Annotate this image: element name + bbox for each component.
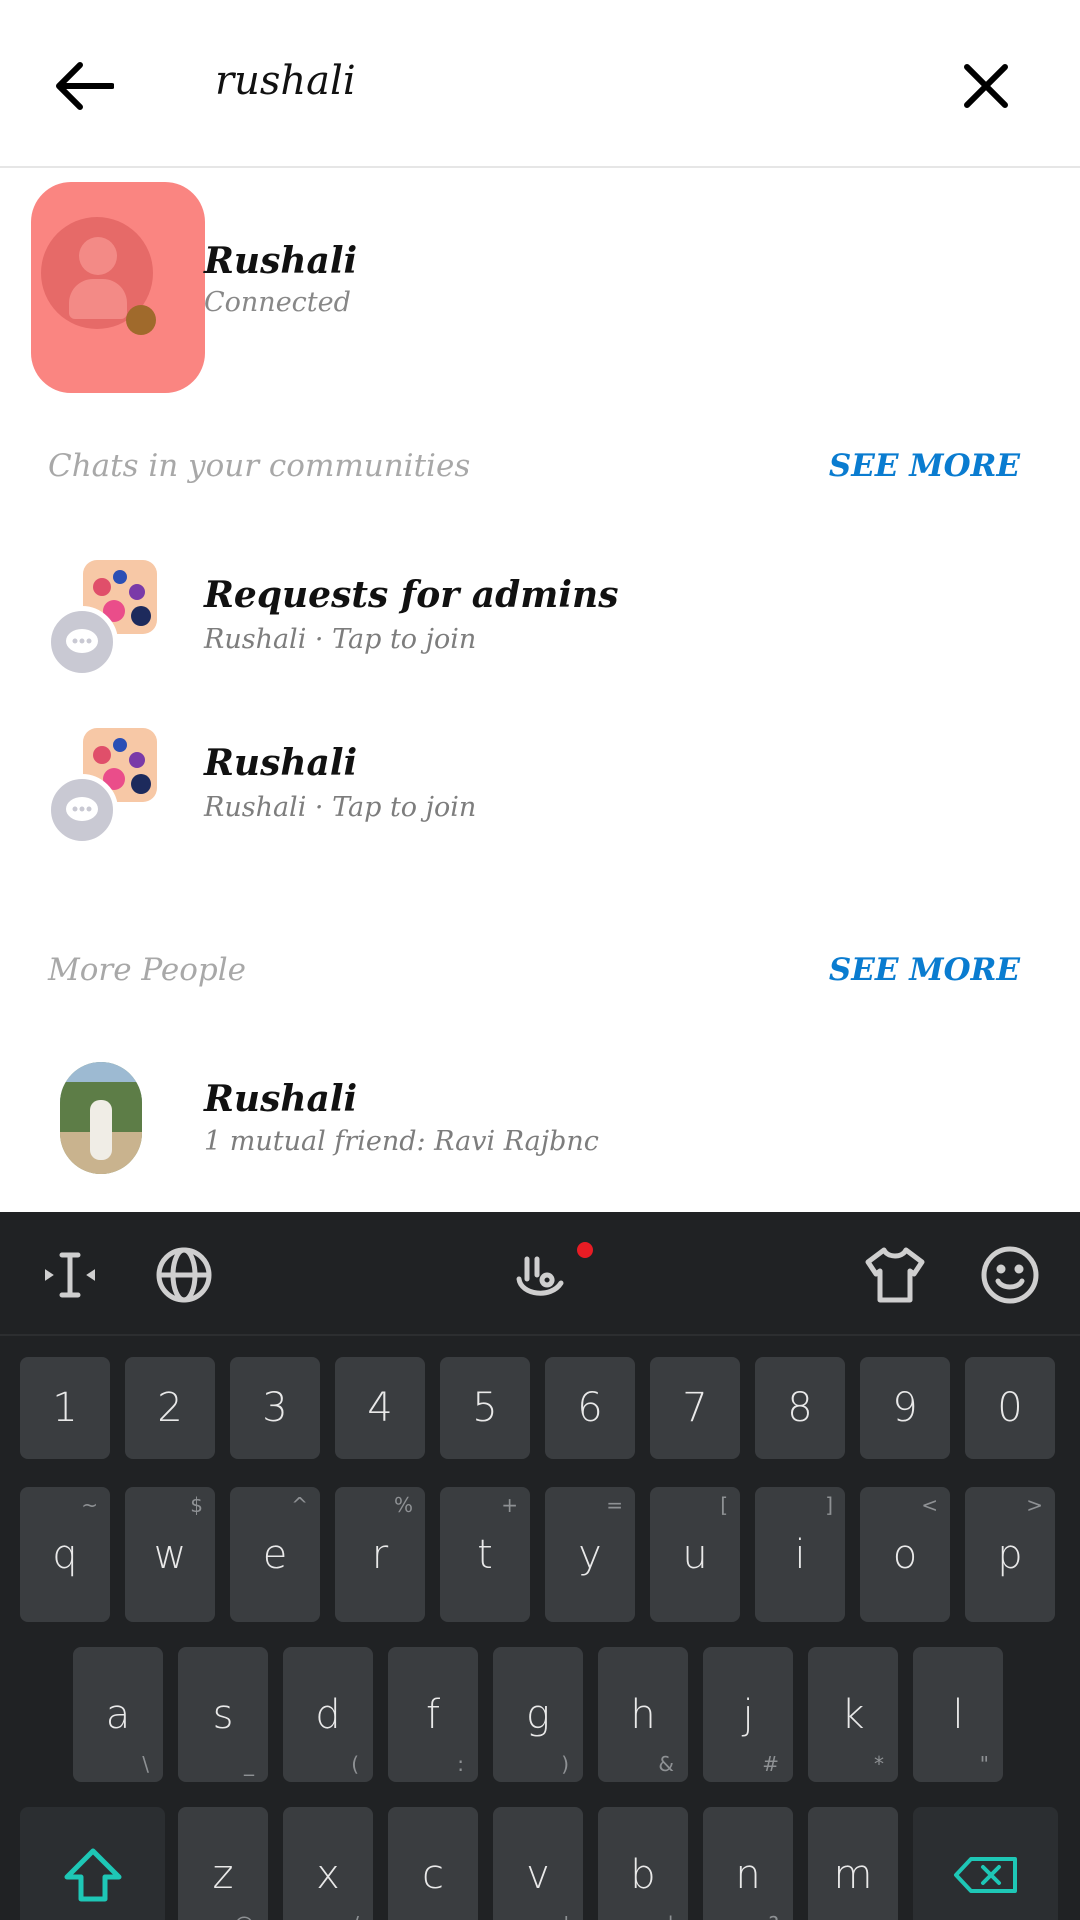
key-z[interactable]: z@: [178, 1807, 268, 1920]
chat-subtitle: Rushali · Tap to join: [204, 624, 477, 655]
more-people-section-title: More People: [48, 952, 247, 988]
person-name: Rushali: [204, 1078, 358, 1120]
key-l[interactable]: l ": [913, 1647, 1003, 1782]
key-b[interactable]: b|: [598, 1807, 688, 1920]
key-n[interactable]: n?: [703, 1807, 793, 1920]
key-1[interactable]: 1: [20, 1357, 110, 1459]
soft-keyboard: 1 2 3 4 5 6 7 8 9 0 ~ q $ w ^ e % r + t = y [u…: [0, 1212, 1080, 1920]
key-d[interactable]: d(: [283, 1647, 373, 1782]
key-g[interactable]: g): [493, 1647, 583, 1782]
close-icon: [964, 64, 1008, 108]
contact-name: Rushali: [204, 240, 358, 282]
key-s[interactable]: s _: [178, 1647, 268, 1782]
chat-bubble-icon: [46, 606, 118, 678]
key-m[interactable]: m.: [808, 1807, 898, 1920]
key-a[interactable]: a \: [73, 1647, 163, 1782]
key-v[interactable]: v': [493, 1807, 583, 1920]
search-header: rushali: [0, 0, 1080, 168]
back-button[interactable]: [48, 50, 120, 122]
status-dot: [126, 305, 156, 335]
shift-key[interactable]: [20, 1807, 165, 1920]
key-w[interactable]: $ w: [125, 1487, 215, 1622]
communities-section-title: Chats in your communities: [48, 448, 471, 484]
emoji-icon[interactable]: [975, 1240, 1045, 1310]
keyboard-toolbar: [0, 1212, 1080, 1336]
key-5[interactable]: 5: [440, 1357, 530, 1459]
key-2[interactable]: 2: [125, 1357, 215, 1459]
key-e[interactable]: ^ e: [230, 1487, 320, 1622]
key-0[interactable]: 0: [965, 1357, 1055, 1459]
key-3[interactable]: 3: [230, 1357, 320, 1459]
key-x[interactable]: x/: [283, 1807, 373, 1920]
backspace-icon: [953, 1856, 1017, 1893]
cursor-icon[interactable]: [35, 1240, 105, 1310]
contact-status: Connected: [204, 287, 351, 318]
chat-subtitle: Rushali · Tap to join: [204, 792, 477, 823]
theme-shirt-icon[interactable]: [860, 1240, 930, 1310]
clear-search-button[interactable]: [950, 50, 1022, 122]
chat-title: Rushali: [204, 742, 358, 784]
key-h[interactable]: h &: [598, 1647, 688, 1782]
communities-see-more-button[interactable]: SEE MORE: [829, 448, 1020, 484]
key-8[interactable]: 8: [755, 1357, 845, 1459]
person-subtitle: 1 mutual friend: Ravi Rajbnc: [204, 1126, 599, 1157]
key-t[interactable]: + t: [440, 1487, 530, 1622]
globe-icon[interactable]: [149, 1240, 219, 1310]
list-item[interactable]: Rushali Rushali · Tap to join: [0, 728, 1080, 878]
chat-title: Requests for admins: [204, 574, 619, 616]
more-people-see-more-button[interactable]: SEE MORE: [829, 952, 1020, 988]
chat-bubble-icon: [46, 774, 118, 846]
key-y[interactable]: = y: [545, 1487, 635, 1622]
key-f[interactable]: f:: [388, 1647, 478, 1782]
key-q[interactable]: ~ q: [20, 1487, 110, 1622]
key-7[interactable]: 7: [650, 1357, 740, 1459]
backspace-key[interactable]: [913, 1807, 1058, 1920]
key-r[interactable]: % r: [335, 1487, 425, 1622]
avatar-highlight: [31, 182, 205, 393]
gesture-icon[interactable]: [506, 1240, 576, 1310]
key-6[interactable]: 6: [545, 1357, 635, 1459]
avatar: [60, 1062, 142, 1174]
key-4[interactable]: 4: [335, 1357, 425, 1459]
key-o[interactable]: < o: [860, 1487, 950, 1622]
key-9[interactable]: 9: [860, 1357, 950, 1459]
list-item[interactable]: Requests for admins Rushali · Tap to joi…: [0, 560, 1080, 710]
key-k[interactable]: k *: [808, 1647, 898, 1782]
notification-dot: [574, 1239, 596, 1261]
list-item[interactable]: Rushali 1 mutual friend: Ravi Rajbnc: [0, 1062, 1080, 1212]
arrow-left-icon: [56, 62, 114, 110]
key-c[interactable]: c-: [388, 1807, 478, 1920]
key-j[interactable]: j #: [703, 1647, 793, 1782]
search-input[interactable]: rushali: [215, 58, 356, 104]
key-i[interactable]: ] i: [755, 1487, 845, 1622]
group-avatar: [46, 560, 166, 680]
top-result-contact[interactable]: Rushali Connected: [0, 180, 1080, 395]
shift-arrow-icon: [64, 1848, 121, 1901]
group-avatar: [46, 728, 166, 848]
key-p[interactable]: > p: [965, 1487, 1055, 1622]
key-u[interactable]: [u: [650, 1487, 740, 1622]
